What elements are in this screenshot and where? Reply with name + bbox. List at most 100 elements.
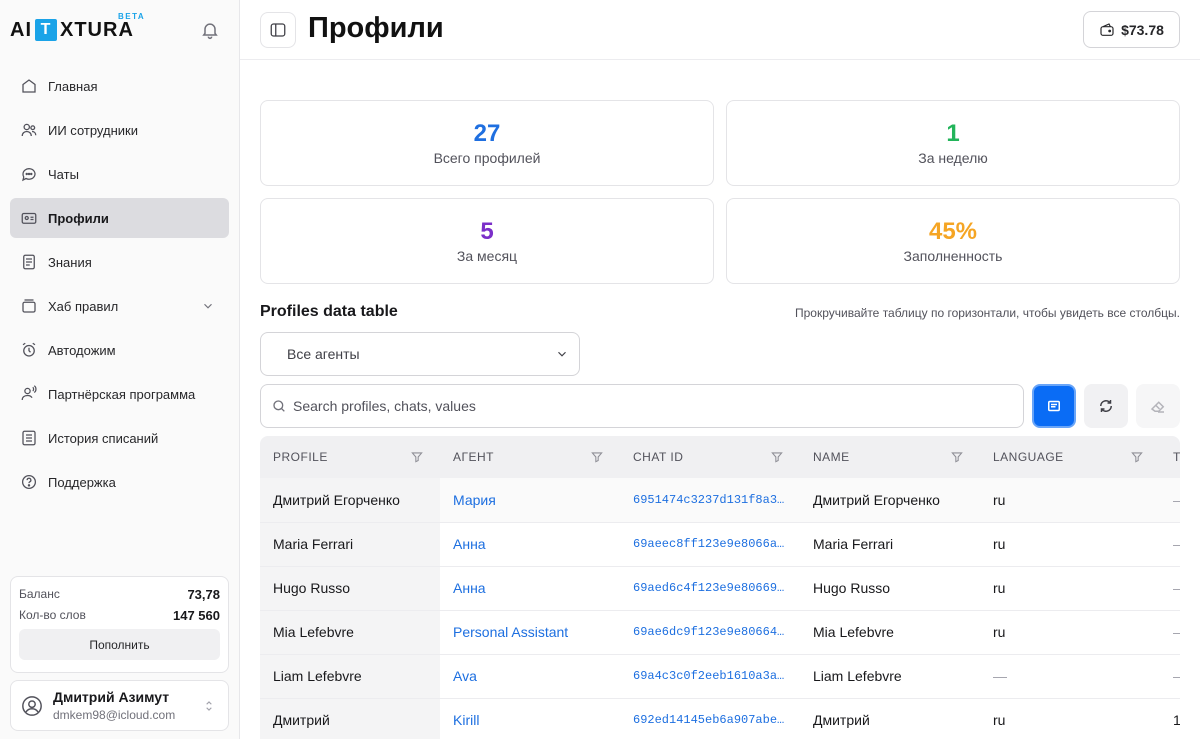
brand-mark: T xyxy=(35,19,57,41)
stack-icon xyxy=(22,299,36,313)
cell-chat-id-link[interactable]: 692ed14145eb6a907abe… xyxy=(620,698,800,739)
chevron-down-icon[interactable] xyxy=(201,299,215,313)
cell-agent-link[interactable]: Анна xyxy=(440,566,620,611)
cell-language: ru xyxy=(980,610,1160,655)
cell-truncated: – xyxy=(1160,478,1180,523)
cell-profile[interactable]: Liam Lefebvre xyxy=(260,654,440,699)
search-icon xyxy=(273,400,285,412)
cell-agent-link[interactable]: Ava xyxy=(440,654,620,699)
sidebar-item-profiles[interactable]: Профили xyxy=(10,198,229,238)
cell-agent-link[interactable]: Анна xyxy=(440,522,620,567)
agent-filter-value: Все агенты xyxy=(287,346,360,362)
user-name: Дмитрий Азимут xyxy=(53,689,170,705)
agent-filter-select[interactable]: Все агенты xyxy=(260,332,580,376)
cell-chat-id-link[interactable]: 6951474c3237d131f8a3… xyxy=(620,478,800,523)
sidebar-toggle-button[interactable] xyxy=(260,12,296,48)
cell-name: Liam Lefebvre xyxy=(800,654,980,699)
column-header-agent[interactable]: АГЕНТ xyxy=(440,436,620,478)
cell-profile[interactable]: Дмитрий xyxy=(260,698,440,739)
cell-truncated: – xyxy=(1160,654,1180,699)
search-box[interactable] xyxy=(260,384,1024,428)
page-header: Профили $73.78 xyxy=(240,0,1200,60)
cell-agent-link[interactable]: Мария xyxy=(440,478,620,523)
cell-agent-link[interactable]: Personal Assistant xyxy=(440,610,620,655)
cell-chat-id-link[interactable]: 69aed6c4f123e9e80669… xyxy=(620,566,800,611)
cell-name: Дмитрий Егорченко xyxy=(800,478,980,523)
filter-icon[interactable] xyxy=(1130,450,1144,464)
sidebar: AI T XTURA BETA Главная ИИ сотрудники Ча… xyxy=(0,0,240,739)
column-label: АГЕНТ xyxy=(453,450,495,464)
table-row[interactable]: Mia Lefebvre Personal Assistant 69ae6dc9… xyxy=(260,610,1180,655)
sidebar-item-ai-staff[interactable]: ИИ сотрудники xyxy=(10,110,229,150)
column-label: PROFILE xyxy=(273,450,328,464)
sidebar-item-partner-program[interactable]: Партнёрская программа xyxy=(10,374,229,414)
column-header-language[interactable]: LANGUAGE xyxy=(980,436,1160,478)
filter-icon[interactable] xyxy=(770,450,784,464)
stat-total-profiles: 27 Всего профилей xyxy=(260,100,714,186)
words-value: 147 560 xyxy=(173,608,220,623)
bulk-action-button[interactable] xyxy=(1032,384,1076,428)
user-email: dmkem98@icloud.com xyxy=(53,708,176,722)
help-icon xyxy=(21,474,37,490)
sidebar-item-billing-history[interactable]: История списаний xyxy=(10,418,229,458)
words-label: Кол-во слов xyxy=(19,608,86,622)
cell-profile[interactable]: Дмитрий Егорченко xyxy=(260,478,440,523)
table-section-title: Profiles data table xyxy=(260,303,398,320)
stat-label: Заполненность xyxy=(903,248,1003,264)
page-title: Профили xyxy=(308,12,444,44)
sidebar-item-label: Чаты xyxy=(48,166,79,182)
search-input[interactable] xyxy=(293,398,993,414)
cell-truncated: – xyxy=(1160,522,1180,567)
chat-icon xyxy=(22,168,36,182)
sidebar-item-support[interactable]: Поддержка xyxy=(10,462,229,502)
beta-badge: BETA xyxy=(118,12,146,21)
stat-value: 45% xyxy=(928,218,978,245)
table-row[interactable]: Liam Lefebvre Ava 69a4c3c0f2eeb1610a3a… … xyxy=(260,654,1180,699)
cell-chat-id-link[interactable]: 69aeec8ff123e9e8066a… xyxy=(620,522,800,567)
brand-right: XTURA xyxy=(60,18,134,41)
cell-chat-id-link[interactable]: 69a4c3c0f2eeb1610a3a… xyxy=(620,654,800,699)
table-row[interactable]: Hugo Russo Анна 69aed6c4f123e9e80669… Hu… xyxy=(260,566,1180,611)
profiles-table-container[interactable]: PROFILE АГЕНТ CHAT ID NAME LANGUAGE T Дм… xyxy=(260,436,1180,739)
cell-profile[interactable]: Mia Lefebvre xyxy=(260,610,440,655)
sidebar-item-chats[interactable]: Чаты xyxy=(10,154,229,194)
column-header-chat-id[interactable]: CHAT ID xyxy=(620,436,800,478)
cell-profile[interactable]: Maria Ferrari xyxy=(260,522,440,567)
sidebar-item-home[interactable]: Главная xyxy=(10,66,229,106)
sidebar-item-label: ИИ сотрудники xyxy=(48,122,138,138)
filter-icon[interactable] xyxy=(410,450,424,464)
sidebar-item-knowledge[interactable]: Знания xyxy=(10,242,229,282)
column-header-truncated[interactable]: T xyxy=(1160,436,1180,478)
refresh-button[interactable] xyxy=(1084,384,1128,428)
cell-profile[interactable]: Hugo Russo xyxy=(260,566,440,611)
wallet-icon xyxy=(1100,22,1114,36)
column-header-profile[interactable]: PROFILE xyxy=(260,436,440,478)
words-row: Кол-во слов 147 560 xyxy=(19,608,220,623)
stat-value: 5 xyxy=(480,218,494,245)
scroll-hint: Прокручивайте таблицу по горизонтали, чт… xyxy=(794,306,1180,320)
clear-filters-button[interactable] xyxy=(1136,384,1180,428)
filter-icon[interactable] xyxy=(590,450,604,464)
stat-completeness: 45% Заполненность xyxy=(726,198,1180,284)
brand-logo[interactable]: AI T XTURA BETA xyxy=(10,12,144,46)
user-menu[interactable]: Дмитрий Азимут dmkem98@icloud.com xyxy=(10,680,229,731)
bell-icon[interactable] xyxy=(200,20,220,40)
sidebar-item-auto-followup[interactable]: Автодожим xyxy=(10,330,229,370)
cell-chat-id-link[interactable]: 69ae6dc9f123e9e80664… xyxy=(620,610,800,655)
cell-agent-link[interactable]: Kirill xyxy=(440,698,620,739)
cell-language: ru xyxy=(980,478,1160,523)
topup-button[interactable]: Пополнить xyxy=(19,629,220,660)
brand-left: AI xyxy=(10,18,32,41)
column-header-name[interactable]: NAME xyxy=(800,436,980,478)
sidebar-item-rules-hub[interactable]: Хаб правил xyxy=(10,286,229,326)
document-icon xyxy=(23,254,35,270)
cell-name: Hugo Russo xyxy=(800,566,980,611)
cell-language: ru xyxy=(980,566,1160,611)
filter-icon[interactable] xyxy=(950,450,964,464)
id-card-icon xyxy=(21,212,37,224)
wallet-button[interactable]: $73.78 xyxy=(1083,11,1180,48)
table-row[interactable]: Дмитрий Kirill 692ed14145eb6a907abe… Дми… xyxy=(260,698,1180,739)
table-row[interactable]: Дмитрий Егорченко Мария 6951474c3237d131… xyxy=(260,478,1180,523)
stat-label: За неделю xyxy=(918,150,988,166)
table-row[interactable]: Maria Ferrari Анна 69aeec8ff123e9e8066a…… xyxy=(260,522,1180,567)
